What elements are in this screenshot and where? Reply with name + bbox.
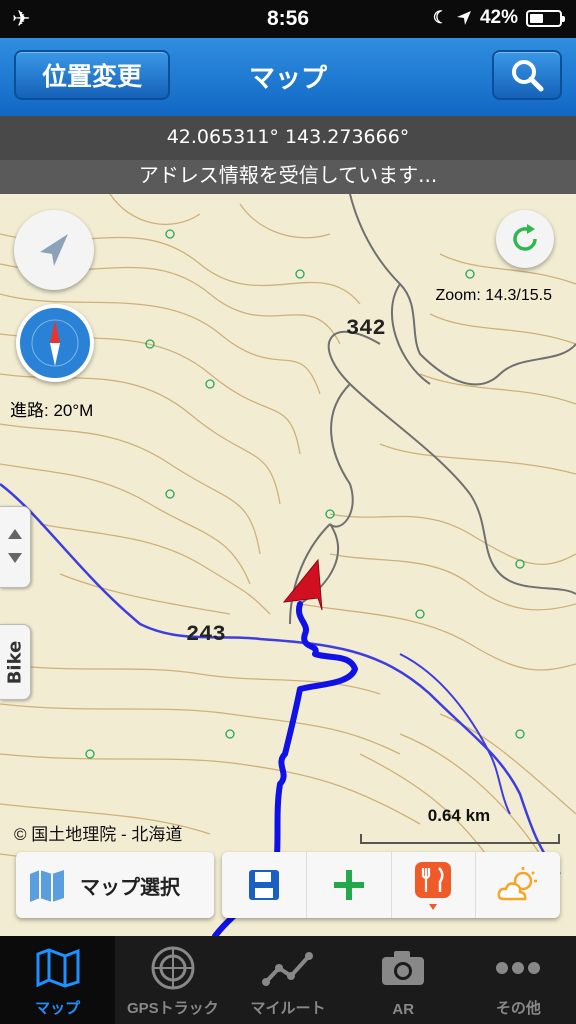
map-action-bar bbox=[222, 852, 560, 918]
scale-bar: 0.64 km bbox=[360, 806, 560, 844]
weather-icon bbox=[497, 867, 538, 901]
tab-map-label: マップ bbox=[35, 1000, 81, 1017]
add-button[interactable] bbox=[307, 852, 392, 918]
tab-gps-track-label: GPSトラック bbox=[126, 1000, 219, 1017]
up-down-arrows-icon bbox=[8, 529, 22, 563]
map-view[interactable]: 342 243 進路: 20°M Zoom: 14.3/15.5 Bike © … bbox=[0, 194, 576, 936]
battery-icon bbox=[526, 9, 565, 27]
save-button[interactable] bbox=[222, 852, 307, 918]
map-select-button[interactable]: マップ選択 bbox=[16, 852, 214, 918]
battery-percent: 42% bbox=[479, 7, 518, 28]
tab-ar-label: AR bbox=[392, 1001, 415, 1018]
refresh-icon bbox=[513, 224, 537, 251]
map-icon bbox=[30, 870, 64, 902]
compass-icon bbox=[31, 319, 79, 367]
radar-icon bbox=[151, 946, 195, 990]
tab-my-route[interactable]: マイルート bbox=[230, 936, 345, 1024]
tab-more[interactable]: その他 bbox=[461, 936, 576, 1024]
search-button[interactable] bbox=[492, 50, 562, 100]
search-icon bbox=[512, 60, 544, 92]
map-icon bbox=[36, 948, 80, 988]
compass-button[interactable] bbox=[16, 304, 94, 382]
map-select-label: マップ選択 bbox=[80, 874, 180, 899]
elevation-label: 243 bbox=[186, 622, 226, 647]
current-location-button[interactable] bbox=[14, 210, 94, 290]
map-copyright: © 国土地理院 - 北海道 bbox=[14, 825, 183, 844]
location-info-bar: 42.065311° 143.273666° アドレス情報を受信しています... bbox=[0, 116, 576, 194]
tab-more-label: その他 bbox=[495, 1000, 541, 1017]
restaurant-icon bbox=[415, 862, 452, 910]
tab-my-route-label: マイルート bbox=[250, 1000, 326, 1017]
more-icon bbox=[496, 962, 541, 974]
tab-gps-track[interactable]: GPSトラック bbox=[115, 936, 230, 1024]
moon-icon: ☾ bbox=[432, 8, 448, 27]
refresh-button[interactable] bbox=[496, 210, 554, 268]
weather-button[interactable] bbox=[476, 852, 560, 918]
add-icon bbox=[333, 870, 364, 900]
status-right: ☾ 42% bbox=[432, 7, 565, 29]
save-icon bbox=[248, 870, 279, 900]
elevation-label: 342 bbox=[346, 316, 386, 341]
route-icon bbox=[262, 952, 313, 986]
coordinates-text: 42.065311° 143.273666° bbox=[166, 126, 410, 148]
change-location-button[interactable]: 位置変更 bbox=[14, 50, 170, 100]
bike-mode-tab[interactable]: Bike bbox=[0, 624, 31, 700]
layer-toggle-tab[interactable] bbox=[0, 506, 31, 588]
location-arrow-icon bbox=[456, 11, 471, 25]
tab-ar[interactable]: AR bbox=[346, 936, 461, 1024]
restaurant-button[interactable] bbox=[392, 852, 477, 918]
tab-map[interactable]: マップ bbox=[0, 936, 116, 1024]
heading-text: 進路: 20°M bbox=[10, 401, 94, 420]
navigation-arrow-icon bbox=[40, 234, 68, 266]
camera-icon bbox=[382, 951, 425, 985]
zoom-level-text: Zoom: 14.3/15.5 bbox=[435, 287, 552, 304]
scale-label: 0.64 km bbox=[427, 806, 491, 825]
nav-bar: 位置変更 マップ bbox=[0, 38, 576, 117]
scale-line bbox=[360, 834, 560, 844]
tab-bar: マップ GPSトラック マイルート AR その他 bbox=[0, 936, 576, 1024]
address-status-text: アドレス情報を受信しています... bbox=[0, 160, 576, 194]
bike-mode-label: Bike bbox=[4, 640, 26, 685]
status-bar: ✈ 8:56 ☾ 42% bbox=[0, 0, 576, 38]
